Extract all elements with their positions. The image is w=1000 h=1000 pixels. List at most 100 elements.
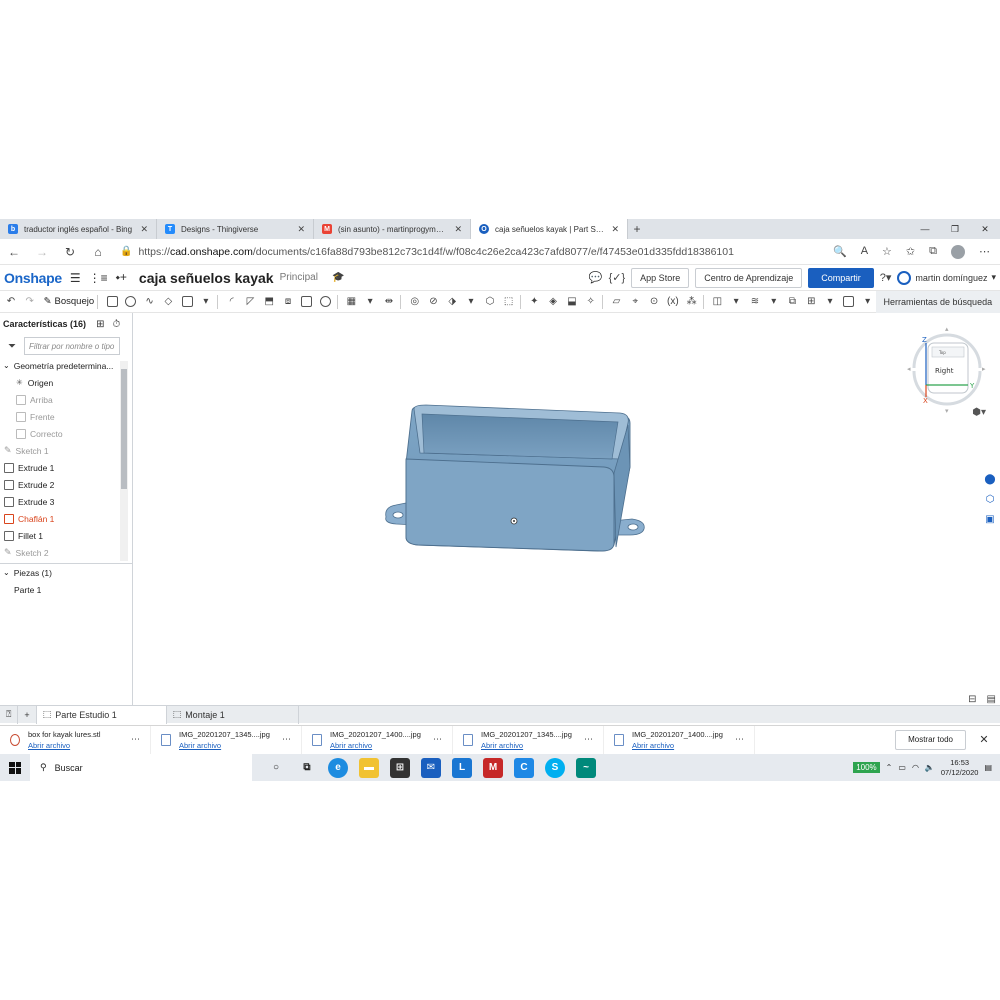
dropdown-icon[interactable]: ▾ (766, 294, 782, 310)
battery-icon[interactable]: ▭ (898, 763, 906, 772)
filter-input[interactable]: Filtrar por nombre o tipo (24, 337, 120, 355)
loft-icon[interactable]: ◇ (160, 294, 176, 310)
linear-pattern-icon[interactable]: ▦ (343, 294, 359, 310)
download-more-icon[interactable]: ⋯ (735, 734, 744, 745)
photos-icon[interactable]: ~ (576, 757, 596, 778)
cortana-icon[interactable]: ○ (266, 758, 286, 778)
plane-icon[interactable]: ▱ (609, 294, 625, 310)
timer-icon[interactable]: ⏱ (112, 319, 120, 330)
feature-item-extrude-3[interactable]: Extrude 3 (0, 493, 132, 510)
mail-icon[interactable]: ✉ (421, 757, 441, 778)
edge-icon[interactable]: e (328, 757, 348, 778)
feature-item-origin[interactable]: ✳ Origen (0, 374, 132, 391)
help-icon[interactable]: ?▾ (880, 271, 892, 284)
delete-part-icon[interactable]: ⬡ (482, 294, 498, 310)
dropdown-icon[interactable]: ▾ (362, 294, 378, 310)
modify-fillet-icon[interactable]: ⬚ (501, 294, 517, 310)
transform-icon[interactable]: ⬗ (444, 294, 460, 310)
filter-icon[interactable]: ⏷ (8, 341, 16, 352)
document-title[interactable]: caja señuelos kayak (139, 270, 274, 286)
feature-item-fillet-1[interactable]: Fillet 1 (0, 527, 132, 544)
section-view-icon[interactable]: ⧉ (785, 294, 801, 310)
composite-icon[interactable]: ⁂ (684, 294, 700, 310)
default-geometry-group[interactable]: ⌄ Geometría predetermina... (0, 357, 132, 374)
forward-icon[interactable]: → (28, 245, 56, 259)
open-file-link[interactable]: Abrir archivo (481, 740, 572, 751)
hole-icon[interactable] (318, 294, 334, 310)
tab-assembly[interactable]: ⬚ Montaje 1 (167, 705, 299, 724)
zoom-icon[interactable]: 🔍 (833, 245, 847, 259)
volume-icon[interactable]: 🔈 (925, 763, 935, 772)
close-tab-icon[interactable]: ✕ (611, 224, 619, 235)
clock[interactable]: 16:53 07/12/2020 (941, 758, 979, 778)
feature-item-right-plane[interactable]: Correcto (0, 425, 132, 442)
download-more-icon[interactable]: ⋯ (131, 734, 140, 745)
tab-manager-icon[interactable]: ⍰ (0, 705, 19, 724)
battery-indicator[interactable]: 100% (853, 762, 880, 773)
versions-icon[interactable]: ⋮≡ (89, 271, 108, 285)
dropdown-icon[interactable]: ▾ (198, 294, 214, 310)
revolve-icon[interactable] (123, 294, 139, 310)
mirror-icon[interactable]: ⇹ (381, 294, 397, 310)
url-field[interactable]: 🔒 https://cad.onshape.com/documents/c16f… (120, 242, 780, 262)
minimize-icon[interactable]: — (910, 219, 940, 239)
sheet-metal-tab-icon[interactable]: ⬓ (564, 294, 580, 310)
restore-icon[interactable]: ❐ (940, 219, 970, 239)
collections-icon[interactable]: ⧉ (929, 245, 937, 259)
show-all-button[interactable]: Mostrar todo (895, 729, 966, 750)
reload-icon[interactable]: ↻ (56, 245, 84, 259)
chamfer-icon[interactable]: ◸ (243, 294, 259, 310)
close-downloads-icon[interactable]: ✕ (974, 733, 994, 746)
notifications-icon[interactable]: ▤ (984, 763, 992, 772)
feature-item-extrude-2[interactable]: Extrude 2 (0, 476, 132, 493)
variable-icon[interactable]: (x) (665, 294, 681, 310)
wrap-icon[interactable]: ⊞ (803, 294, 819, 310)
feature-item-sketch-2[interactable]: ✎ Sketch 2 (0, 544, 132, 561)
parts-header[interactable]: ⌄ Piezas (1) (0, 564, 132, 581)
favorites-icon[interactable]: ✩ (906, 245, 915, 259)
feature-list-scrollbar[interactable] (120, 361, 128, 561)
l-app-icon[interactable]: L (452, 757, 472, 778)
sg-icon[interactable] (841, 294, 857, 310)
read-aloud-icon[interactable]: A (861, 245, 868, 259)
graphics-area[interactable]: Z Y X Top Right ◂ ▸ ▴ ▾ ⬢▾ ⬤ ⬡ ▣ ⊟ ▤ (134, 313, 1000, 705)
file-explorer-icon[interactable]: ▬ (359, 757, 379, 778)
open-file-link[interactable]: Abrir archivo (632, 740, 723, 751)
c-app-icon[interactable]: C (514, 757, 534, 778)
comments-icon[interactable]: 💬 (589, 271, 603, 284)
download-more-icon[interactable]: ⋯ (282, 734, 291, 745)
download-more-icon[interactable]: ⋯ (433, 734, 442, 745)
mass-properties-icon[interactable]: ⬡ (982, 491, 998, 507)
search-tools-button[interactable]: Herramientas de búsqueda (875, 290, 1000, 313)
split-icon[interactable]: ⊘ (426, 294, 442, 310)
sweep-icon[interactable]: ∿ (142, 294, 158, 310)
browser-tab-thingiverse[interactable]: T Designs - Thingiverse ✕ (157, 219, 314, 239)
mate-connector-icon[interactable]: ⌖ (627, 294, 643, 310)
undo-icon[interactable]: ↶ (3, 294, 19, 310)
thicken-icon[interactable] (179, 294, 195, 310)
draft-icon[interactable]: ⬒ (261, 294, 277, 310)
surface-icon[interactable]: ◫ (709, 294, 725, 310)
feature-item-front-plane[interactable]: Frente (0, 408, 132, 425)
share-button[interactable]: Compartir (808, 267, 874, 288)
close-tab-icon[interactable]: ✕ (454, 224, 462, 235)
boolean-icon[interactable]: ◎ (407, 294, 423, 310)
add-icon[interactable]: ⬩+ (116, 270, 127, 285)
taskbar-search[interactable]: ⚲ Buscar (30, 754, 252, 781)
dropdown-icon[interactable]: ▾ (728, 294, 744, 310)
sheet-metal-icon[interactable]: ✦ (526, 294, 542, 310)
favorite-star-icon[interactable]: ☆ (882, 245, 892, 259)
user-menu[interactable]: martin domínguez ▾ (897, 270, 996, 285)
tray-expand-icon[interactable]: ⌃ (886, 763, 893, 772)
curve-icon[interactable]: ≋ (747, 294, 763, 310)
sketch-button[interactable]: ✎ Bosquejo (44, 296, 95, 307)
sheet-metal-flange-icon[interactable]: ◈ (545, 294, 561, 310)
app-store-button[interactable]: App Store (631, 267, 690, 288)
wifi-icon[interactable]: ◠ (912, 763, 919, 772)
browser-tab-onshape[interactable]: O caja señuelos kayak | Part Studio ✕ (471, 219, 628, 239)
feature-item-sketch-1[interactable]: ✎ Sketch 1 (0, 442, 132, 459)
add-feature-icon[interactable]: ⊞ (96, 319, 104, 330)
close-window-icon[interactable]: ✕ (970, 219, 1000, 239)
browser-tab-bing[interactable]: b traductor inglés español - Bing ✕ (0, 219, 157, 239)
new-tab-icon[interactable]: + (628, 219, 646, 239)
